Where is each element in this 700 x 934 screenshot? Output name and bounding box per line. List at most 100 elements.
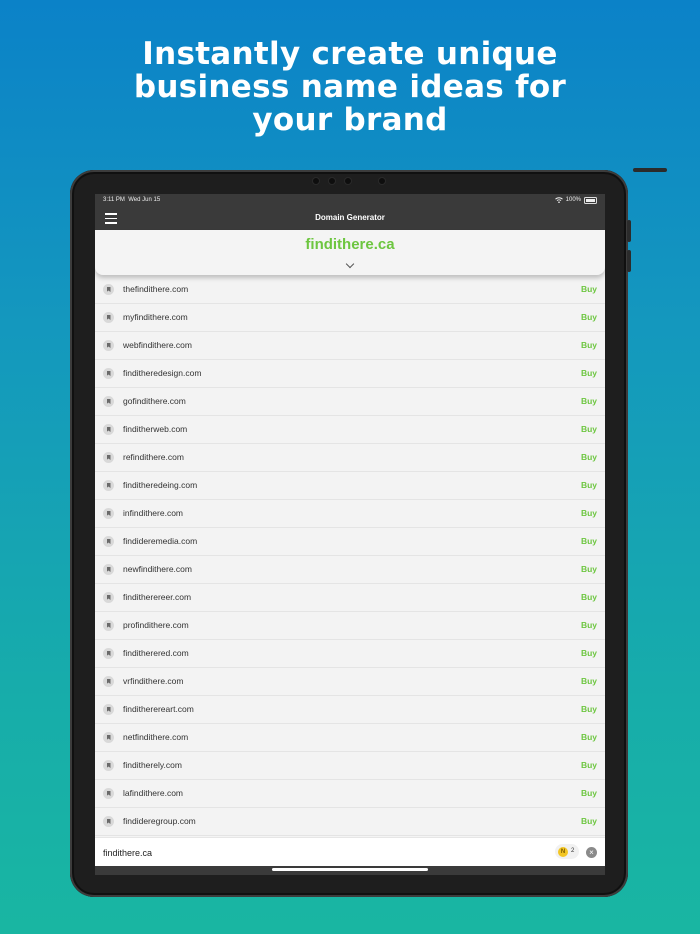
list-item[interactable]: finditherered.com Buy: [95, 640, 605, 668]
list-item[interactable]: webfindithere.com Buy: [95, 332, 605, 360]
sensor-dot: [329, 178, 335, 184]
headline-line-1: Instantly create unique: [142, 36, 558, 72]
buy-button[interactable]: Buy: [581, 668, 597, 695]
list-item[interactable]: finditherweb.com Buy: [95, 416, 605, 444]
buy-button[interactable]: Buy: [581, 640, 597, 667]
sensor-dot: [379, 178, 385, 184]
coin-balance[interactable]: N 2: [555, 844, 579, 859]
buy-button[interactable]: Buy: [581, 780, 597, 807]
bookmark-icon[interactable]: [103, 452, 114, 463]
status-time: 3:11 PM Wed Jun 15: [103, 197, 161, 203]
bookmark-icon[interactable]: [103, 536, 114, 547]
buy-button[interactable]: Buy: [581, 360, 597, 387]
domain-name: finditherereart.com: [123, 704, 194, 714]
list-item[interactable]: myfindithere.com Buy: [95, 304, 605, 332]
domain-name: myfindithere.com: [123, 312, 188, 322]
buy-button[interactable]: Buy: [581, 696, 597, 723]
list-item[interactable]: refindithere.com Buy: [95, 444, 605, 472]
domain-name: finditherered.com: [123, 648, 189, 658]
buy-button[interactable]: Buy: [581, 332, 597, 359]
bookmark-icon[interactable]: [103, 704, 114, 715]
volume-up-button: [627, 220, 631, 242]
buy-button[interactable]: Buy: [581, 752, 597, 779]
home-indicator[interactable]: [272, 868, 428, 871]
list-item[interactable]: finditherereer.com Buy: [95, 584, 605, 612]
list-item[interactable]: finditheredesign.com Buy: [95, 360, 605, 388]
list-item[interactable]: gofindithere.com Buy: [95, 388, 605, 416]
list-item[interactable]: vrfindithere.com Buy: [95, 668, 605, 696]
buy-button[interactable]: Buy: [581, 612, 597, 639]
buy-button[interactable]: Buy: [581, 276, 597, 303]
bookmark-icon[interactable]: [103, 284, 114, 295]
nav-bar: Domain Generator: [95, 206, 605, 230]
domain-name: findideremedia.com: [123, 536, 198, 546]
list-item[interactable]: profindithere.com Buy: [95, 612, 605, 640]
domain-name: profindithere.com: [123, 620, 189, 630]
bookmark-icon[interactable]: [103, 508, 114, 519]
list-item[interactable]: finditherereart.com Buy: [95, 696, 605, 724]
domain-results-list: thefindithere.com Buy myfindithere.com Buy w…: [95, 276, 605, 836]
bookmark-icon[interactable]: [103, 368, 114, 379]
bookmark-icon[interactable]: [103, 816, 114, 827]
bookmark-icon[interactable]: [103, 760, 114, 771]
buy-button[interactable]: Buy: [581, 416, 597, 443]
list-item[interactable]: findideregroup.com Buy: [95, 808, 605, 836]
bookmark-icon[interactable]: [103, 480, 114, 491]
domain-input[interactable]: findithere.ca: [103, 838, 152, 868]
coin-count: 2: [571, 848, 575, 854]
buy-button[interactable]: Buy: [581, 808, 597, 835]
bookmark-icon[interactable]: [103, 620, 114, 631]
domain-header[interactable]: findithere.ca: [95, 230, 605, 275]
domain-name: finditherely.com: [123, 760, 182, 770]
bookmark-icon[interactable]: [103, 424, 114, 435]
status-indicators: 100%: [554, 194, 597, 206]
domain-name: lafindithere.com: [123, 788, 184, 798]
list-item[interactable]: netfindithere.com Buy: [95, 724, 605, 752]
bookmark-icon[interactable]: [103, 312, 114, 323]
top-button: [633, 168, 667, 172]
domain-title: findithere.ca: [305, 236, 395, 253]
headline: Instantly create unique business name id…: [0, 38, 700, 137]
bookmark-icon[interactable]: [103, 340, 114, 351]
list-item[interactable]: findideremedia.com Buy: [95, 528, 605, 556]
chevron-down-icon[interactable]: [345, 259, 355, 269]
app-screen: 3:11 PM Wed Jun 15 100% Domain Generator…: [95, 194, 605, 875]
bookmark-icon[interactable]: [103, 564, 114, 575]
volume-down-button: [627, 250, 631, 272]
bookmark-icon[interactable]: [103, 788, 114, 799]
list-item[interactable]: thefindithere.com Buy: [95, 276, 605, 304]
list-item[interactable]: finditherely.com Buy: [95, 752, 605, 780]
home-bar: [95, 866, 605, 875]
buy-button[interactable]: Buy: [581, 584, 597, 611]
buy-button[interactable]: Buy: [581, 528, 597, 555]
domain-name: finditherweb.com: [123, 424, 188, 434]
wifi-icon: [554, 197, 563, 203]
headline-line-3: your brand: [252, 102, 448, 138]
headline-line-2: business name ideas for: [133, 69, 567, 105]
page-title: Domain Generator: [315, 213, 385, 222]
list-item[interactable]: infindithere.com Buy: [95, 500, 605, 528]
buy-button[interactable]: Buy: [581, 500, 597, 527]
domain-name: netfindithere.com: [123, 732, 189, 742]
domain-name: finditheredesign.com: [123, 368, 202, 378]
bookmark-icon[interactable]: [103, 732, 114, 743]
list-item[interactable]: newfindithere.com Buy: [95, 556, 605, 584]
bookmark-icon[interactable]: [103, 648, 114, 659]
buy-button[interactable]: Buy: [581, 724, 597, 751]
domain-input-bar: findithere.ca N 2 ×: [95, 837, 605, 867]
tablet-frame: 3:11 PM Wed Jun 15 100% Domain Generator…: [70, 168, 667, 897]
bookmark-icon[interactable]: [103, 396, 114, 407]
close-icon[interactable]: ×: [586, 847, 597, 858]
domain-name: vrfindithere.com: [123, 676, 184, 686]
buy-button[interactable]: Buy: [581, 472, 597, 499]
domain-name: thefindithere.com: [123, 284, 189, 294]
bookmark-icon[interactable]: [103, 676, 114, 687]
buy-button[interactable]: Buy: [581, 444, 597, 471]
battery-percent: 100%: [565, 197, 581, 203]
buy-button[interactable]: Buy: [581, 304, 597, 331]
buy-button[interactable]: Buy: [581, 556, 597, 583]
buy-button[interactable]: Buy: [581, 388, 597, 415]
list-item[interactable]: lafindithere.com Buy: [95, 780, 605, 808]
bookmark-icon[interactable]: [103, 592, 114, 603]
list-item[interactable]: finditheredeing.com Buy: [95, 472, 605, 500]
